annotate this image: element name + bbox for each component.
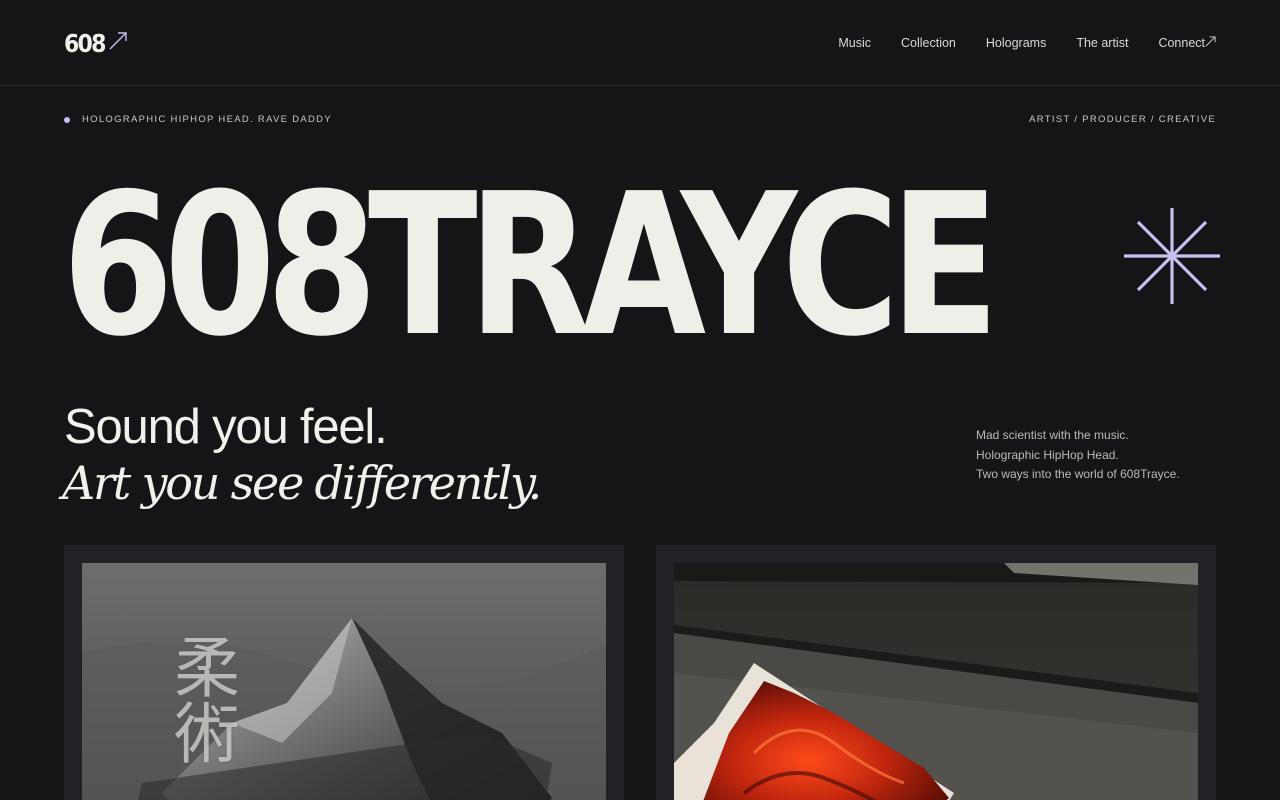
blurb-line: Holographic HipHop Head. bbox=[976, 447, 1119, 462]
card-music[interactable]: 柔術 bbox=[64, 545, 624, 800]
artwork-overlay-text: 柔術 bbox=[163, 633, 240, 765]
tagline-line-1: Sound you feel. bbox=[64, 400, 388, 454]
red-hologram-artwork-image bbox=[674, 563, 1198, 800]
site-header: 608 Music Collection Holograms The artis… bbox=[0, 0, 1280, 86]
arrow-up-right-icon bbox=[109, 32, 127, 50]
nav-the-artist[interactable]: The artist bbox=[1076, 33, 1128, 53]
page: 608 Music Collection Holograms The artis… bbox=[0, 0, 1280, 800]
main-nav: Music Collection Holograms The artist Co… bbox=[838, 33, 1216, 53]
mountain-artwork bbox=[82, 563, 606, 800]
hero-title: 608TRAYCE bbox=[62, 152, 1000, 380]
meta-right-text: ARTIST / PRODUCER / CREATIVE bbox=[1029, 114, 1216, 125]
asterisk-icon bbox=[1124, 208, 1220, 304]
red-hologram-artwork bbox=[674, 563, 1198, 800]
mountain-artwork-image: 柔術 bbox=[82, 563, 606, 800]
nav-connect[interactable]: Connect bbox=[1158, 33, 1216, 53]
artist-blurb: Mad scientist with the music. Holographi… bbox=[976, 426, 1216, 485]
blurb-line: Two ways into the world of 608Trayce. bbox=[976, 467, 1180, 481]
blurb-line: Mad scientist with the music. bbox=[976, 428, 1129, 442]
status-dot bbox=[64, 117, 70, 123]
tagline-line-2: Art you see differently. bbox=[62, 456, 542, 510]
nav-holograms[interactable]: Holograms bbox=[986, 33, 1046, 53]
nav-connect-label: Connect bbox=[1158, 36, 1205, 50]
meta-left-text: HOLOGRAPHIC HIPHOP HEAD. RAVE DADDY bbox=[82, 114, 332, 125]
card-collection[interactable] bbox=[656, 545, 1216, 800]
arrow-up-right-icon bbox=[1205, 35, 1216, 46]
meta-left: HOLOGRAPHIC HIPHOP HEAD. RAVE DADDY bbox=[64, 113, 332, 127]
nav-collection[interactable]: Collection bbox=[901, 33, 956, 53]
nav-music[interactable]: Music bbox=[838, 33, 871, 53]
logo-text: 608 bbox=[64, 29, 106, 58]
logo-link[interactable]: 608 bbox=[64, 28, 128, 60]
